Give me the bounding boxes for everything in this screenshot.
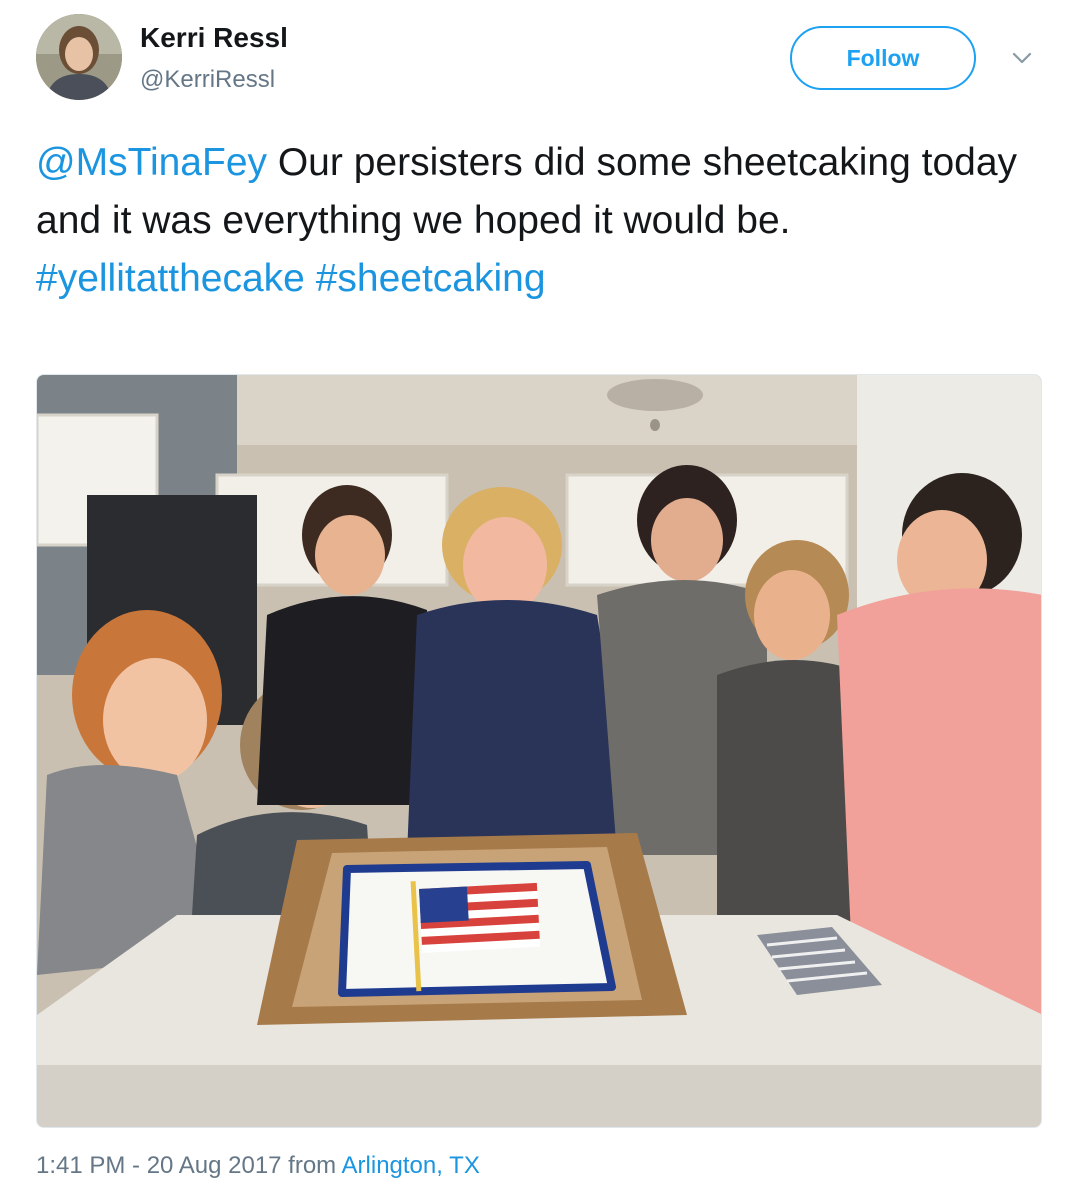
follow-button[interactable]: Follow (790, 26, 976, 90)
tweet-photo[interactable] (36, 374, 1042, 1128)
mention-link[interactable]: @MsTinaFey (36, 141, 267, 184)
chevron-down-icon[interactable] (1008, 48, 1036, 68)
location-link[interactable]: Arlington, TX (342, 1152, 480, 1179)
hashtag-link[interactable]: #yellitatthecake (36, 257, 305, 300)
user-display-name[interactable]: Kerri Ressl (140, 22, 288, 54)
avatar[interactable] (36, 14, 122, 100)
tweet-timestamp: 1:41 PM - 20 Aug 2017 from Arlington, TX (36, 1152, 480, 1180)
timestamp-date[interactable]: 1:41 PM - 20 Aug 2017 from (36, 1152, 342, 1179)
tweet-header: Kerri Ressl @KerriRessl Follow (36, 14, 1046, 104)
user-handle[interactable]: @KerriRessl (140, 66, 275, 94)
tweet-text: @MsTinaFey Our persisters did some sheet… (36, 134, 1046, 308)
hashtag-link[interactable]: #sheetcaking (316, 257, 546, 300)
